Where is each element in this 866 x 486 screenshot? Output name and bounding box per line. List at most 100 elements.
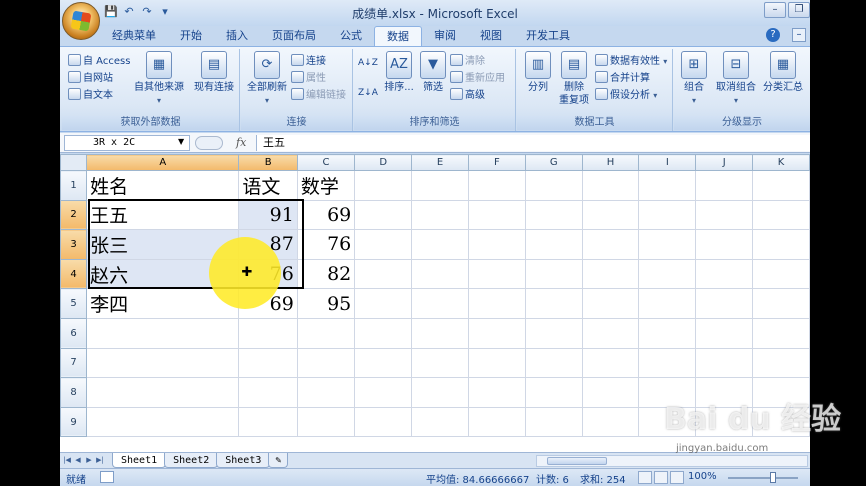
cell[interactable] xyxy=(467,199,526,231)
cell[interactable] xyxy=(296,317,356,349)
cell[interactable] xyxy=(638,377,697,408)
name-box[interactable]: 3R x 2C xyxy=(64,135,190,151)
cell[interactable] xyxy=(354,199,413,231)
insert-sheet-icon[interactable]: ✎ xyxy=(268,453,289,468)
first-sheet-icon[interactable]: |◀ xyxy=(62,454,72,467)
clear-filter-button[interactable]: 清除 xyxy=(450,53,485,70)
cell[interactable] xyxy=(524,347,583,379)
cell-a1[interactable]: 姓名 xyxy=(86,170,240,201)
cell[interactable] xyxy=(695,258,754,290)
normal-view-icon[interactable] xyxy=(638,471,652,484)
edit-links-button[interactable]: 编辑链接 xyxy=(291,87,346,104)
cell[interactable] xyxy=(411,288,469,319)
cell[interactable] xyxy=(354,406,413,438)
cell[interactable] xyxy=(411,317,469,349)
formula-input[interactable]: 王五 xyxy=(256,135,810,151)
sheet-tab-sheet3[interactable]: Sheet3 xyxy=(216,453,271,468)
cell-a4[interactable]: 赵六 xyxy=(86,258,240,290)
row-header[interactable]: 7 xyxy=(60,347,88,379)
column-header-d[interactable]: D xyxy=(354,154,413,171)
sort-asc-button[interactable]: A↓Z xyxy=(358,55,378,72)
cell[interactable] xyxy=(581,229,640,260)
row-header[interactable]: 5 xyxy=(60,288,88,319)
column-header-h[interactable]: H xyxy=(581,154,640,171)
cell[interactable] xyxy=(411,347,469,379)
cell[interactable] xyxy=(638,229,697,260)
reapply-button[interactable]: 重新应用 xyxy=(450,70,505,87)
cell[interactable] xyxy=(752,406,810,438)
refresh-all-button[interactable]: ⟳ 全部刷新 ▾ xyxy=(244,51,290,107)
cell[interactable] xyxy=(467,258,526,290)
consolidate-button[interactable]: 合并计算 xyxy=(595,70,650,87)
cell[interactable] xyxy=(695,229,754,260)
cell[interactable] xyxy=(354,288,413,319)
cell[interactable] xyxy=(581,258,640,290)
cell[interactable] xyxy=(638,288,697,319)
from-other-sources-button[interactable]: ▦ 自其他来源 ▾ xyxy=(132,51,186,107)
column-header-e[interactable]: E xyxy=(411,154,469,171)
cell[interactable] xyxy=(581,317,640,349)
cell[interactable] xyxy=(695,288,754,319)
text-to-columns-button[interactable]: ▥ 分列 xyxy=(521,51,555,94)
cell[interactable] xyxy=(354,258,413,290)
tab-formulas[interactable]: 公式 xyxy=(328,26,374,46)
cell[interactable] xyxy=(638,170,697,201)
row-header[interactable]: 4 xyxy=(60,258,88,290)
column-header-b[interactable]: B xyxy=(238,154,298,171)
cell[interactable] xyxy=(752,229,810,260)
cell[interactable] xyxy=(86,406,240,438)
row-header[interactable]: 9 xyxy=(60,406,88,438)
cell[interactable] xyxy=(238,377,298,408)
cell[interactable] xyxy=(695,317,754,349)
cell[interactable] xyxy=(695,406,754,438)
name-box-dropdown-icon[interactable]: ▼ xyxy=(178,137,184,146)
cell[interactable] xyxy=(238,317,298,349)
tab-page-layout[interactable]: 页面布局 xyxy=(260,26,328,46)
office-button[interactable] xyxy=(62,2,100,40)
next-sheet-icon[interactable]: ▶ xyxy=(84,454,94,467)
cell-b5[interactable]: 69 xyxy=(238,288,298,319)
from-text-button[interactable]: 自文本 xyxy=(68,87,113,104)
cell[interactable] xyxy=(695,199,754,231)
cell[interactable] xyxy=(467,406,526,438)
cell-c5[interactable]: 95 xyxy=(296,288,356,319)
select-all-corner[interactable] xyxy=(60,154,88,171)
row-header[interactable]: 2 xyxy=(60,199,88,231)
cell-c3[interactable]: 76 xyxy=(296,229,356,260)
cell[interactable] xyxy=(581,347,640,379)
cell[interactable] xyxy=(296,406,356,438)
macro-record-icon[interactable] xyxy=(100,471,114,483)
cell[interactable] xyxy=(354,229,413,260)
cell-c2[interactable]: 69 xyxy=(296,199,356,231)
cell[interactable] xyxy=(354,170,413,201)
cell[interactable] xyxy=(524,229,583,260)
cell[interactable] xyxy=(411,258,469,290)
zoom-slider[interactable] xyxy=(728,477,798,479)
cell[interactable] xyxy=(411,377,469,408)
tab-classic-menu[interactable]: 经典菜单 xyxy=(100,26,168,46)
row-header[interactable]: 3 xyxy=(60,229,88,260)
existing-connections-button[interactable]: ▤ 现有连接 xyxy=(190,51,238,94)
formula-bar-handle[interactable] xyxy=(195,136,223,150)
cell[interactable] xyxy=(86,317,240,349)
cell[interactable] xyxy=(524,406,583,438)
column-header-g[interactable]: G xyxy=(524,154,583,171)
cell-a5[interactable]: 李四 xyxy=(86,288,240,319)
ribbon-minimize-icon[interactable]: – xyxy=(792,28,806,42)
cell[interactable] xyxy=(695,170,754,201)
group-button[interactable]: ⊞ 组合 ▾ xyxy=(678,51,710,107)
cell[interactable] xyxy=(467,377,526,408)
cell[interactable] xyxy=(638,406,697,438)
sheet-tab-sheet1[interactable]: Sheet1 xyxy=(112,453,167,468)
cell[interactable] xyxy=(354,317,413,349)
worksheet-grid[interactable]: A B C D E F G H I J K 1 姓名 语文 数学 2 王五 91… xyxy=(60,154,810,452)
cell[interactable] xyxy=(581,288,640,319)
cell[interactable] xyxy=(238,347,298,379)
cell[interactable] xyxy=(238,406,298,438)
cell[interactable] xyxy=(524,317,583,349)
cell[interactable] xyxy=(354,347,413,379)
cell[interactable] xyxy=(638,199,697,231)
horizontal-scroll-thumb[interactable] xyxy=(547,457,607,465)
column-header-i[interactable]: I xyxy=(638,154,697,171)
remove-duplicates-button[interactable]: ▤ 删除 重复项 xyxy=(555,51,593,107)
